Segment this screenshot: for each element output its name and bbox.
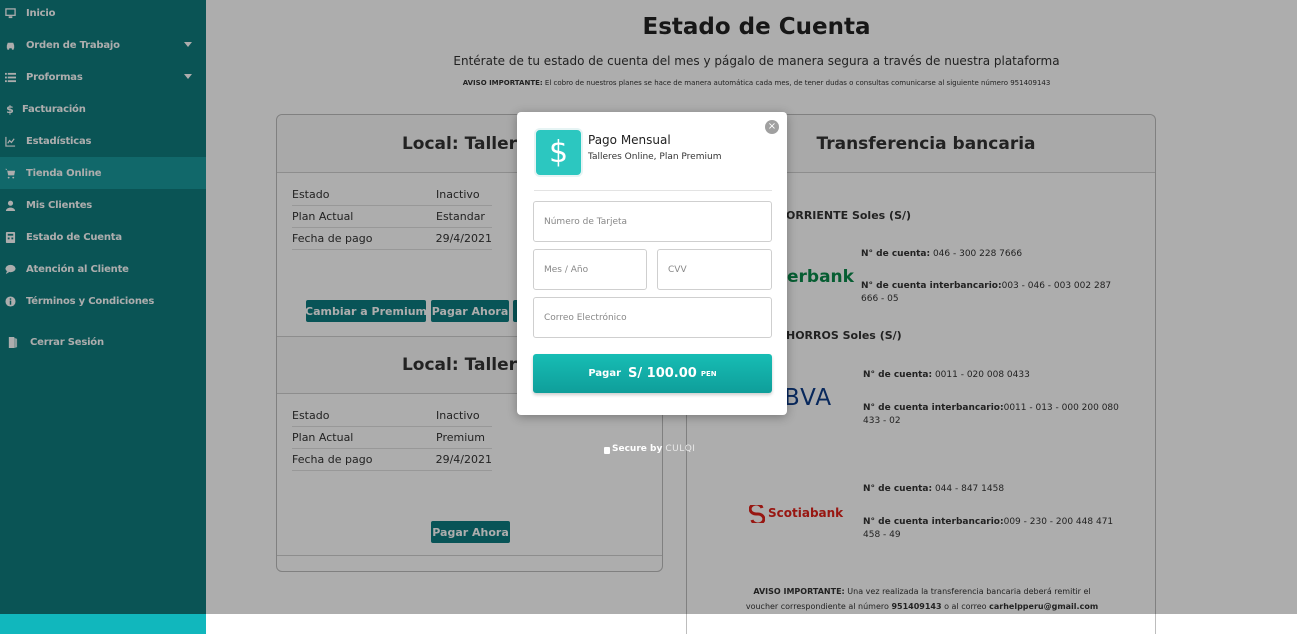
lock-icon [604, 446, 610, 454]
pay-button[interactable]: Pagar S/ 100.00 PEN [533, 354, 772, 393]
email-field[interactable]: Correo Electrónico [533, 297, 772, 338]
close-icon[interactable]: × [765, 120, 779, 134]
secure-badge: Secure by CULQI [604, 444, 695, 454]
card-number-field[interactable]: Número de Tarjeta [533, 201, 772, 242]
modal-title: Pago Mensual [588, 133, 671, 147]
cvv-field[interactable]: CVV [657, 249, 772, 290]
dollar-symbol: $ [548, 135, 569, 170]
secure-label: Secure by [612, 444, 663, 454]
culqi-logo: CULQI [665, 444, 696, 454]
pay-amount: S/ 100.00 [628, 366, 697, 381]
modal-subtitle: Talleres Online, Plan Premium [588, 152, 722, 162]
pay-label: Pagar [588, 368, 622, 379]
payment-modal: $ Pago Mensual Talleres Online, Plan Pre… [517, 112, 787, 415]
sidebar-footer-bar [0, 614, 206, 634]
dollar-icon: $ [534, 128, 583, 177]
divider [534, 190, 772, 191]
expiry-field[interactable]: Mes / Año [533, 249, 647, 290]
pay-currency: PEN [700, 369, 717, 378]
